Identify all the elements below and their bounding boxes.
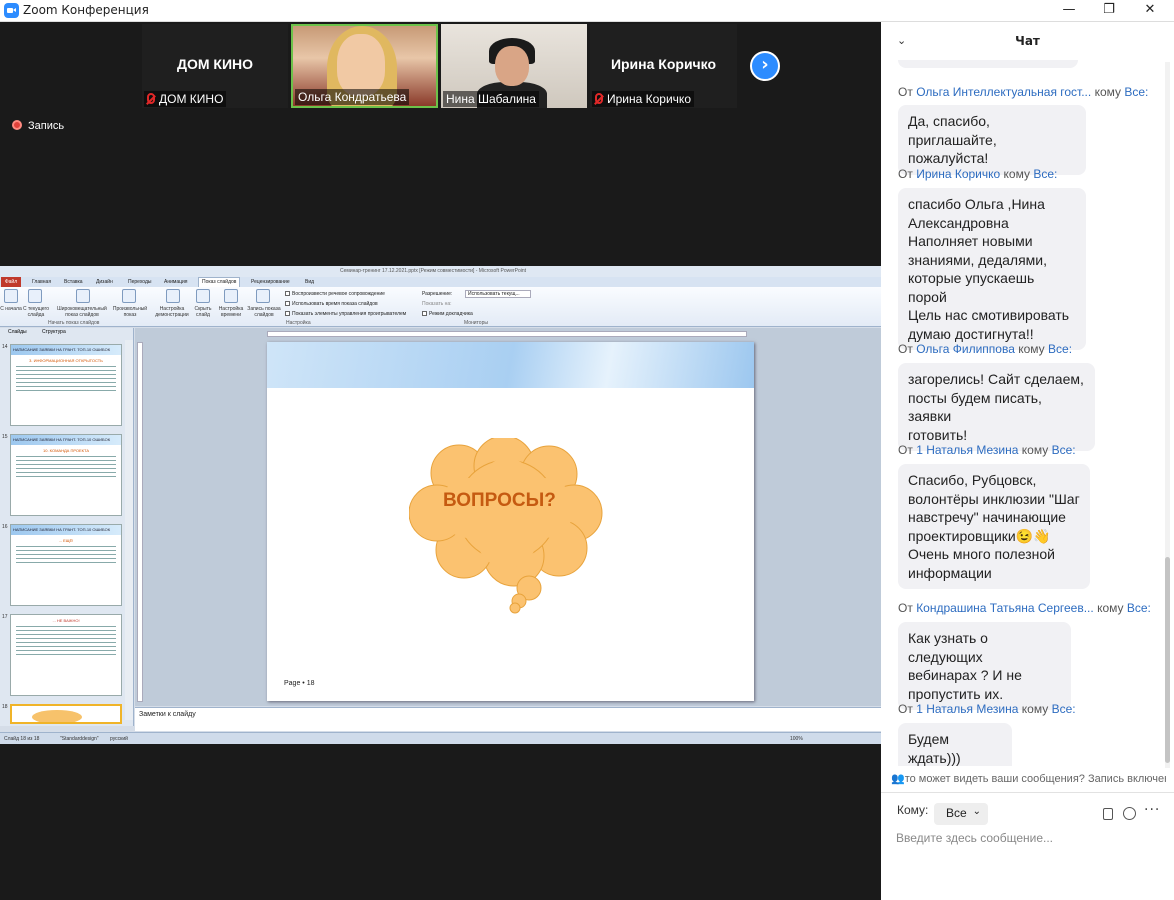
slide-thumbnail[interactable]: ... НЕ ВАЖНО! <box>10 614 122 696</box>
message-sender: От 1 Наталья Мезина кому Все: <box>898 702 1076 716</box>
chat-title: Чат <box>1015 34 1040 48</box>
chat-privacy-notice[interactable]: 👥то может видеть ваши сообщения? Запись … <box>891 772 1166 785</box>
recording-indicator: Запись <box>12 120 64 132</box>
ppt-title: Семинар-тренинг 17.12.2021.pptx [Режим с… <box>340 268 527 274</box>
timings-checkbox[interactable]: Использовать время показа слайдов <box>285 301 378 307</box>
chat-message-input[interactable]: Введите здесь сообщение... <box>896 831 1053 845</box>
slide-thumbnail[interactable]: НАПИСАНИЕ ЗАЯВКИ НА ГРАНТ. ТОП-10 ОШИБОК… <box>10 344 122 426</box>
meeting-stage: ДОМ КИНО ДОМ КИНО Ольга Кондратьева Нина… <box>0 22 881 900</box>
shared-screen-powerpoint: Семинар-тренинг 17.12.2021.pptx [Режим с… <box>0 266 881 744</box>
slide-heading: ВОПРОСЫ? <box>443 490 556 511</box>
show-on-label: Показать на: <box>422 301 452 307</box>
ppt-titlebar: Семинар-тренинг 17.12.2021.pptx [Режим с… <box>0 266 881 277</box>
participant-tile-olga[interactable]: Ольга Кондратьева <box>291 24 438 108</box>
current-slide[interactable]: ВОПРОСЫ? Page • 18 <box>267 342 754 701</box>
participant-video <box>337 34 385 96</box>
media-controls-checkbox[interactable]: Показать элементы управления проигрывате… <box>285 311 406 317</box>
slides-pane: Слайды Структура 14 НАПИСАНИЕ ЗАЯВКИ НА … <box>0 328 134 726</box>
participant-label: ДОМ КИНО <box>144 91 227 107</box>
slide-editor: ВОПРОСЫ? Page • 18 <box>135 328 881 706</box>
recipient-label: Кому: <box>897 803 929 817</box>
horizontal-ruler <box>267 331 747 337</box>
presenter-view-checkbox[interactable]: Режим докладчика <box>422 311 473 317</box>
zoom-logo-icon <box>4 3 19 18</box>
participant-tile-nina[interactable]: Нина Шабалина <box>441 24 587 108</box>
resolution-label: Разрешение: <box>422 291 453 297</box>
zoom-level[interactable]: 100% <box>790 736 803 742</box>
chat-panel: ⌄ Чат От Ольга Интеллектуальная гост... … <box>881 22 1174 900</box>
window-title: Zoom Конференция <box>23 3 149 17</box>
ppt-ribbon-tabs: Файл Главная Вставка Дизайн Переходы Ани… <box>0 277 881 287</box>
record-show-icon[interactable] <box>256 289 270 303</box>
from-current-icon[interactable] <box>28 289 42 303</box>
ppt-tab-home[interactable]: Главная <box>32 279 51 285</box>
recipient-select[interactable]: Все ⌄ <box>934 803 988 825</box>
participant-video <box>495 46 529 86</box>
chat-scrollbar[interactable] <box>1165 62 1170 768</box>
slides-pane-scrollbar[interactable] <box>125 340 133 720</box>
participant-label: Ирина Коричко <box>592 91 694 107</box>
slide-thumbnail[interactable]: НАПИСАНИЕ ЗАЯВКИ НА ГРАНТ. ТОП-10 ОШИБОК… <box>10 434 122 516</box>
ppt-tab-view[interactable]: Вид <box>305 279 314 285</box>
message-bubble: загорелись! Сайт сделаем, посты будем пис… <box>898 363 1095 451</box>
broadcast-icon[interactable] <box>76 289 90 303</box>
participant-tile-dom-kino[interactable]: ДОМ КИНО ДОМ КИНО <box>142 24 288 108</box>
muted-mic-icon <box>147 93 155 104</box>
message-bubble: Да, спасибо, приглашайте, пожалуйста! <box>898 105 1086 175</box>
message-sender: От Ирина Коричко кому Все: <box>898 167 1058 181</box>
slide-thumbnail[interactable]: НАПИСАНИЕ ЗАЯВКИ НА ГРАНТ. ТОП-10 ОШИБОК… <box>10 524 122 606</box>
slide-notes[interactable]: Заметки к слайду <box>135 707 881 731</box>
message-bubble: спасибо Ольга ,Нина Александровна Наполняе… <box>898 188 1086 350</box>
resolution-select[interactable]: Использовать текущ... <box>465 290 531 298</box>
rehearse-timings-icon[interactable] <box>224 289 238 303</box>
hide-slide-icon[interactable] <box>196 289 210 303</box>
participant-name-large: ДОМ КИНО <box>176 56 254 72</box>
ppt-tab-slideshow[interactable]: Показ слайдов <box>198 277 241 287</box>
narration-checkbox[interactable]: Воспроизвести речевое сопровождение <box>285 291 385 297</box>
maximize-button[interactable]: ❐ <box>1087 0 1131 22</box>
chevron-down-icon: ⌄ <box>972 806 981 817</box>
message-bubble: Спасибо, Рубцовск, волонтёры инклюзии "Ша… <box>898 464 1090 589</box>
ppt-ribbon: С начала С текущего слайда Широковещател… <box>0 287 881 327</box>
chat-header: ⌄ Чат <box>881 22 1174 60</box>
message-sender: От Ольга Филиппова кому Все: <box>898 342 1073 356</box>
record-icon <box>12 120 22 130</box>
thought-cloud-shape <box>409 438 603 614</box>
participant-name-large: Ирина Коричко <box>610 56 717 72</box>
ppt-tab-review[interactable]: Рецензирование <box>251 279 290 285</box>
vertical-ruler <box>137 342 143 702</box>
message-sender: От Ольга Интеллектуальная гост... кому В… <box>898 85 1149 99</box>
close-button[interactable]: ✕ <box>1128 0 1172 22</box>
message-sender: От Кондрашина Татьяна Сергеев... кому Вс… <box>898 601 1151 615</box>
ppt-statusbar: Слайд 18 из 18 "Standarddesign" русский … <box>0 732 881 744</box>
ppt-tab-animation[interactable]: Анимация <box>164 279 187 285</box>
participant-label: Нина Шабалина <box>443 91 539 107</box>
minimize-button[interactable]: — <box>1047 0 1091 22</box>
from-start-icon[interactable] <box>4 289 18 303</box>
emoji-icon[interactable] <box>1123 807 1136 820</box>
message-bubble: Как узнать о следующих вебинарах ? И не пр… <box>898 622 1071 710</box>
people-icon: 👥 <box>891 773 905 785</box>
slide-page-number: Page • 18 <box>284 680 315 687</box>
participant-label: Ольга Кондратьева <box>295 89 410 105</box>
participant-tile-irina[interactable]: Ирина Коричко Ирина Коричко <box>590 24 737 108</box>
next-participants-button[interactable]: › <box>750 51 780 81</box>
window-titlebar: Zoom Конференция — ❐ ✕ <box>0 0 1174 22</box>
muted-mic-icon <box>595 93 603 104</box>
ppt-tab-file[interactable]: Файл <box>1 277 21 287</box>
more-icon[interactable]: ··· <box>1144 802 1160 818</box>
ppt-tab-transitions[interactable]: Переходы <box>128 279 151 285</box>
outline-tab[interactable]: Структура <box>42 329 66 335</box>
message-sender: От 1 Наталья Мезина кому Все: <box>898 443 1076 457</box>
custom-show-icon[interactable] <box>122 289 136 303</box>
file-icon[interactable] <box>1103 808 1113 820</box>
slide-thumbnail-selected[interactable] <box>10 704 122 724</box>
ppt-tab-insert[interactable]: Вставка <box>64 279 83 285</box>
ppt-tab-design[interactable]: Дизайн <box>96 279 113 285</box>
setup-show-icon[interactable] <box>166 289 180 303</box>
chat-messages: От Ольга Интеллектуальная гост... кому В… <box>881 60 1169 766</box>
message-bubble: Будем ждать))) <box>898 723 1012 766</box>
slides-tab[interactable]: Слайды <box>8 329 27 335</box>
